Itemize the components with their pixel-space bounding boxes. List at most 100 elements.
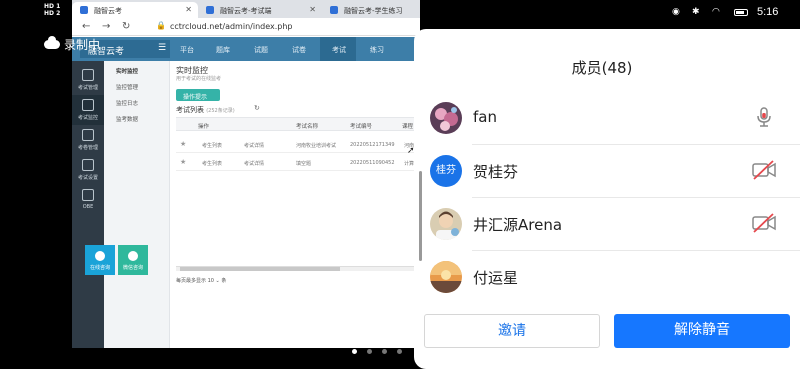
panel-title: 成员(48) <box>571 59 633 77</box>
column-header: 考试名称 <box>296 124 319 130</box>
hd1-label: HD 1 <box>44 3 61 10</box>
screen: 融智云考 ✕ 融智云考-考试端 ✕ 融智云考-学生练习 ← → ↻ 🔒 cctr… <box>0 0 800 369</box>
list-title: 考试列表 (252条记录) <box>176 105 235 115</box>
sidebar-item-obe[interactable]: OBE <box>72 185 104 215</box>
student-list-link[interactable]: 考生列表 <box>202 160 222 167</box>
recording-label: 录制中 <box>64 38 101 52</box>
list-count: (252条记录) <box>206 108 235 114</box>
sidebar-item-paper-management[interactable]: 考卷管理 <box>72 125 104 155</box>
member-row[interactable]: fan <box>414 93 800 145</box>
battery-icon <box>734 9 748 16</box>
sub-menu-item[interactable]: 实时监控 <box>116 67 138 75</box>
forward-icon[interactable]: → <box>102 21 110 32</box>
exam-detail-link[interactable]: 考试详情 <box>244 160 264 167</box>
page-dot <box>367 349 372 354</box>
left-sidebar: 考试管理 考试监控 考卷管理 考试设置 OBE <box>72 61 104 348</box>
camera-off-icon[interactable] <box>751 212 777 234</box>
operation-tips-button[interactable]: 操作提示 <box>176 89 220 101</box>
url-text: cctrcloud.net/admin/index.php <box>170 22 293 31</box>
paper-icon <box>82 129 94 141</box>
sub-menu-item[interactable]: 监考数据 <box>116 115 138 123</box>
exam-code: 20220511090452 <box>350 160 395 166</box>
settings-icon <box>82 159 94 171</box>
page-dot <box>352 349 357 354</box>
member-name: fan <box>473 108 497 126</box>
unmute-all-button[interactable]: 解除静音 <box>614 314 790 348</box>
divider <box>472 144 800 145</box>
browser-window: 融智云考 ✕ 融智云考-考试端 ✕ 融智云考-学生练习 ← → ↻ 🔒 cctr… <box>72 0 420 348</box>
eye-icon: ◉ <box>672 7 680 17</box>
avatar <box>430 102 462 134</box>
sub-menu-item[interactable]: 监控管理 <box>116 83 138 91</box>
wechat-icon <box>128 251 138 261</box>
sidebar-item-label: OBE <box>82 204 94 210</box>
menu-icon[interactable]: ☰ <box>158 43 166 53</box>
member-row[interactable]: 桂芬 贺桂芬 <box>414 146 800 198</box>
address-bar: ← → ↻ 🔒 cctrcloud.net/admin/index.php <box>72 18 420 36</box>
member-row[interactable]: 付运星 <box>414 252 800 304</box>
nav-item[interactable]: 平台 <box>180 45 194 55</box>
obe-icon <box>82 189 94 201</box>
nav-item[interactable]: 练习 <box>370 45 384 55</box>
sidebar-item-exam-settings[interactable]: 考试设置 <box>72 155 104 185</box>
member-name: 付运星 <box>473 269 519 287</box>
page-dot <box>382 349 387 354</box>
star-icon[interactable]: ★ <box>180 158 186 166</box>
refresh-icon[interactable]: ↻ <box>254 104 260 112</box>
camera-off-icon[interactable] <box>751 159 777 181</box>
member-row[interactable]: 井汇源Arena <box>414 199 800 251</box>
nav-item[interactable]: 题库 <box>216 45 230 55</box>
cloud-icon <box>44 36 60 49</box>
reload-icon[interactable]: ↻ <box>122 21 130 32</box>
pager-unit: 条 <box>221 278 227 284</box>
exam-code: 20220512171349 <box>350 142 395 148</box>
column-header: 课程 <box>402 124 414 130</box>
nav-item[interactable]: 试卷 <box>292 45 306 55</box>
column-header: 操作 <box>198 124 210 130</box>
exam-icon <box>82 69 94 81</box>
table-header: 操作 考试名称 考试编号 课程 <box>176 117 420 131</box>
table-row: ★ 考生列表 考试详情 填空题 20220511090452 计算 <box>176 155 420 171</box>
exam-name: 河南牧业培训考试 <box>296 143 337 149</box>
pager-size[interactable]: 每页最多显示 10 <box>176 278 214 284</box>
page-dot <box>397 349 402 354</box>
online-consult-button[interactable]: 在线咨询 <box>85 245 115 275</box>
exam-detail-link[interactable]: 考试详情 <box>244 142 264 149</box>
divider <box>472 197 800 198</box>
horizontal-scrollbar[interactable] <box>176 266 420 271</box>
clock: 5:16 <box>757 6 779 18</box>
divider <box>472 250 800 251</box>
student-list-link[interactable]: 考生列表 <box>202 142 222 149</box>
sub-menu-item[interactable]: 监控日志 <box>116 99 138 107</box>
avatar <box>430 208 462 240</box>
page-subtitle: 用于考试的在线监考 <box>176 76 222 82</box>
list-title-text: 考试列表 <box>176 106 204 114</box>
wechat-consult-button[interactable]: 微信咨询 <box>118 245 148 275</box>
member-name: 贺桂芬 <box>473 163 519 181</box>
invite-button[interactable]: 邀请 <box>424 314 600 348</box>
exam-name: 填空题 <box>296 161 312 167</box>
nav-item[interactable]: 试题 <box>254 45 268 55</box>
main-content: 实时监控 用于考试的在线监考 操作提示 考试列表 (252条记录) ↻ 操作 考… <box>170 61 420 348</box>
status-bar: HD 1 HD 2 ◉ ✱ ◠ 5:16 <box>0 0 800 20</box>
back-icon[interactable]: ← <box>82 21 90 32</box>
nav-item-selected[interactable]: 考试 <box>332 45 346 55</box>
button-label: 在线咨询 <box>89 265 110 271</box>
sidebar-item-exam-management[interactable]: 考试管理 <box>72 65 104 95</box>
scrollbar-thumb[interactable] <box>180 267 340 271</box>
wifi-icon: ◠ <box>712 7 720 17</box>
chat-icon <box>95 251 105 261</box>
column-header: 考试编号 <box>350 124 373 130</box>
avatar: 桂芬 <box>430 155 462 187</box>
sidebar-item-label: 考卷管理 <box>77 145 98 151</box>
sidebar-item-exam-monitor[interactable]: 考试监控 <box>72 95 104 125</box>
mic-icon[interactable] <box>751 106 777 128</box>
sidebar-item-label: 考试设置 <box>77 175 98 181</box>
lock-icon: 🔒 <box>156 21 166 30</box>
monitor-icon <box>82 99 94 111</box>
sidebar-item-label: 考试管理 <box>77 85 98 91</box>
url-field[interactable]: 🔒 cctrcloud.net/admin/index.php <box>156 21 418 34</box>
star-icon[interactable]: ★ <box>180 140 186 148</box>
button-label: 操作提示 <box>183 94 208 101</box>
course: 计算 <box>404 161 415 167</box>
